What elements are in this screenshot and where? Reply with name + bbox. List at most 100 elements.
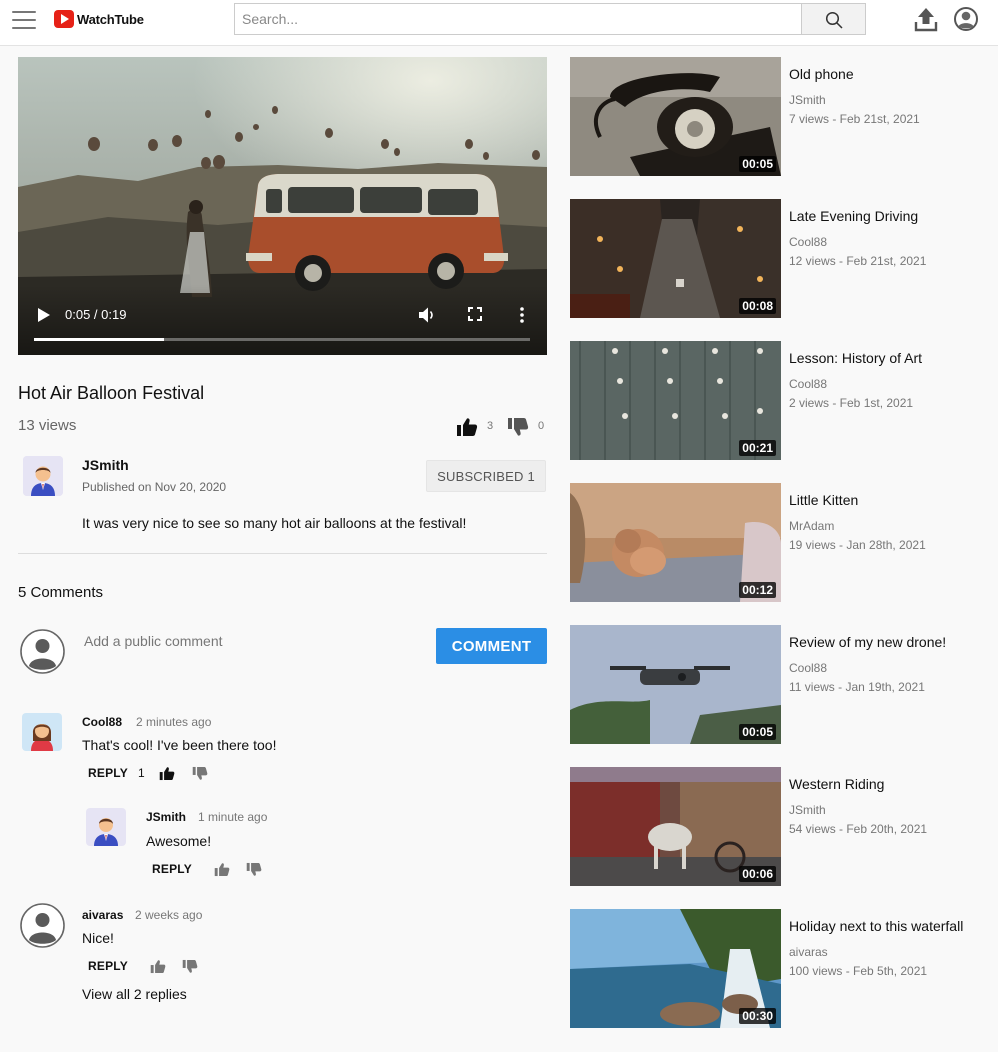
rec-meta: 12 views - Feb 21st, 2021 [789,254,927,268]
subscribe-button[interactable]: SUBSCRIBED 1 [426,460,546,492]
duration-badge: 00:30 [739,1008,776,1024]
comment-author[interactable]: JSmith [146,810,186,824]
video-thumbnail[interactable]: 00:30 [570,909,781,1028]
man-avatar-icon [86,808,126,846]
uploader-name[interactable]: JSmith [82,457,129,473]
thumbs-up-icon[interactable] [159,766,175,781]
logo-text: WatchTube [77,11,144,27]
rec-channel[interactable]: MrAdam [789,519,834,533]
recommended-video[interactable]: 00:06 Western Riding JSmith 54 views - F… [570,767,980,886]
like-count: 3 [487,420,494,432]
progress-fill [34,338,165,341]
rec-channel[interactable]: JSmith [789,803,826,817]
volume-icon[interactable] [418,306,436,324]
video-thumbnail[interactable]: 00:12 [570,483,781,602]
thumbs-down-icon[interactable] [182,959,198,974]
rec-meta: 7 views - Feb 21st, 2021 [789,112,920,126]
progress-bar[interactable] [34,338,530,341]
video-player[interactable]: 0:05 / 0:19 [18,57,547,355]
rec-channel[interactable]: Cool88 [789,235,827,249]
comment-text: Awesome! [146,833,212,849]
video-description: It was very nice to see so many hot air … [82,515,467,531]
rec-title[interactable]: Review of my new drone! [789,634,946,650]
recommended-video[interactable]: 00:21 Lesson: History of Art Cool88 2 vi… [570,341,980,460]
man-avatar-icon [23,456,63,496]
comments-count: 5 Comments [18,584,104,601]
video-thumbnail[interactable]: 00:21 [570,341,781,460]
rec-meta: 100 views - Feb 5th, 2021 [789,964,928,978]
more-vert-icon[interactable] [518,306,526,324]
rec-channel[interactable]: Cool88 [789,661,827,675]
video-thumbnail[interactable]: 00:06 [570,767,781,886]
published-date: Published on Nov 20, 2020 [82,480,227,494]
rec-title[interactable]: Holiday next to this waterfall [789,918,963,934]
rec-meta: 11 views - Jan 19th, 2021 [789,680,925,694]
thumbs-up-icon[interactable] [214,862,230,877]
duration-badge: 00:08 [739,298,776,314]
user-avatar-icon[interactable] [20,903,65,948]
comment-time: 2 weeks ago [135,908,203,922]
upload-icon [914,8,938,32]
avatar[interactable] [86,808,126,846]
woman-avatar-icon [22,713,62,751]
thumbs-up-icon[interactable] [456,417,478,437]
comment-input[interactable] [82,628,422,654]
fullscreen-icon[interactable] [468,307,482,321]
reply-button[interactable]: REPLY [88,959,128,973]
video-thumbnail[interactable]: 00:08 [570,199,781,318]
rec-title[interactable]: Old phone [789,66,854,82]
account-button[interactable] [953,6,979,32]
top-bar: WatchTube [0,0,998,46]
comment-text: Nice! [82,930,114,946]
rec-channel[interactable]: aivaras [789,945,828,959]
view-replies-link[interactable]: View all 2 replies [82,986,187,1002]
video-thumbnail[interactable]: 00:05 [570,625,781,744]
recommended-video[interactable]: 00:12 Little Kitten MrAdam 19 views - Ja… [570,483,980,602]
video-thumbnail[interactable]: 00:05 [570,57,781,176]
hamburger-icon[interactable] [12,11,36,29]
account-icon [954,7,978,31]
thumbs-down-icon[interactable] [246,862,262,877]
rec-meta: 2 views - Feb 1st, 2021 [789,396,914,410]
rating-bar: 3 0 [456,417,551,437]
view-count: 13 views [18,417,77,434]
rec-meta: 54 views - Feb 20th, 2021 [789,822,928,836]
thumbs-up-icon[interactable] [150,959,166,974]
avatar[interactable] [23,456,63,496]
play-logo-icon [54,10,74,28]
logo[interactable]: WatchTube [54,10,144,28]
rec-meta: 19 views - Jan 28th, 2021 [789,538,926,552]
recommended-video[interactable]: 00:30 Holiday next to this waterfall aiv… [570,909,980,1028]
rec-title[interactable]: Lesson: History of Art [789,350,922,366]
recommended-video[interactable]: 00:05 Old phone JSmith 7 views - Feb 21s… [570,57,980,176]
rec-title[interactable]: Western Riding [789,776,884,792]
player-time: 0:05 / 0:19 [65,307,127,322]
comment-author[interactable]: Cool88 [82,715,122,729]
comment-time: 2 minutes ago [136,715,212,729]
comment-author[interactable]: aivaras [82,908,123,922]
duration-badge: 00:21 [739,440,776,456]
comment-like-count: 1 [138,766,145,780]
duration-badge: 00:06 [739,866,776,882]
rec-channel[interactable]: JSmith [789,93,826,107]
user-avatar-icon [20,629,65,674]
search-button[interactable] [801,3,866,35]
reply-button[interactable]: REPLY [88,766,128,780]
rec-channel[interactable]: Cool88 [789,377,827,391]
player-controls: 0:05 / 0:19 [18,285,547,355]
rec-title[interactable]: Late Evening Driving [789,208,918,224]
duration-badge: 00:05 [739,156,776,172]
reply-button[interactable]: REPLY [152,862,192,876]
divider [18,553,547,554]
recommended-video[interactable]: 00:05 Review of my new drone! Cool88 11 … [570,625,980,744]
play-icon[interactable] [37,307,51,323]
thumbs-down-icon[interactable] [507,417,529,437]
avatar[interactable] [22,713,62,751]
comment-button[interactable]: COMMENT [436,628,547,664]
duration-badge: 00:12 [739,582,776,598]
search-input[interactable] [234,3,802,35]
recommended-video[interactable]: 00:08 Late Evening Driving Cool88 12 vie… [570,199,980,318]
upload-button[interactable] [913,6,939,32]
rec-title[interactable]: Little Kitten [789,492,858,508]
thumbs-down-icon[interactable] [192,766,208,781]
